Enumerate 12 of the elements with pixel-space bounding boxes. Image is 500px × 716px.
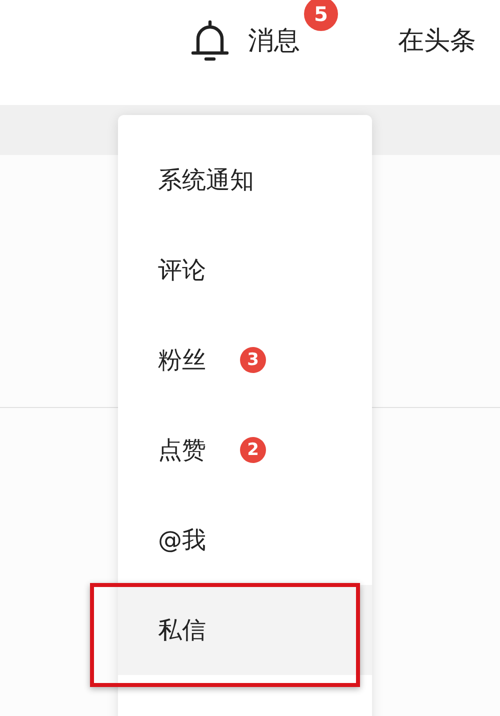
count-badge: 3 bbox=[240, 347, 266, 373]
menu-item[interactable]: 系统通知 bbox=[118, 135, 372, 225]
menu-item[interactable]: 点赞 2 bbox=[118, 405, 372, 495]
menu-item[interactable]: 粉丝 3 bbox=[118, 315, 372, 405]
menu-item[interactable]: @我 bbox=[118, 495, 372, 585]
count-badge: 2 bbox=[240, 437, 266, 463]
bell-icon[interactable] bbox=[190, 19, 230, 61]
messages-link[interactable]: 消息 bbox=[248, 26, 300, 56]
unread-badge: 5 bbox=[304, 0, 338, 30]
header-link[interactable]: 在头条 bbox=[398, 22, 476, 58]
menu-item[interactable]: 评论 bbox=[118, 225, 372, 315]
menu-item[interactable]: 私信 bbox=[118, 585, 372, 675]
